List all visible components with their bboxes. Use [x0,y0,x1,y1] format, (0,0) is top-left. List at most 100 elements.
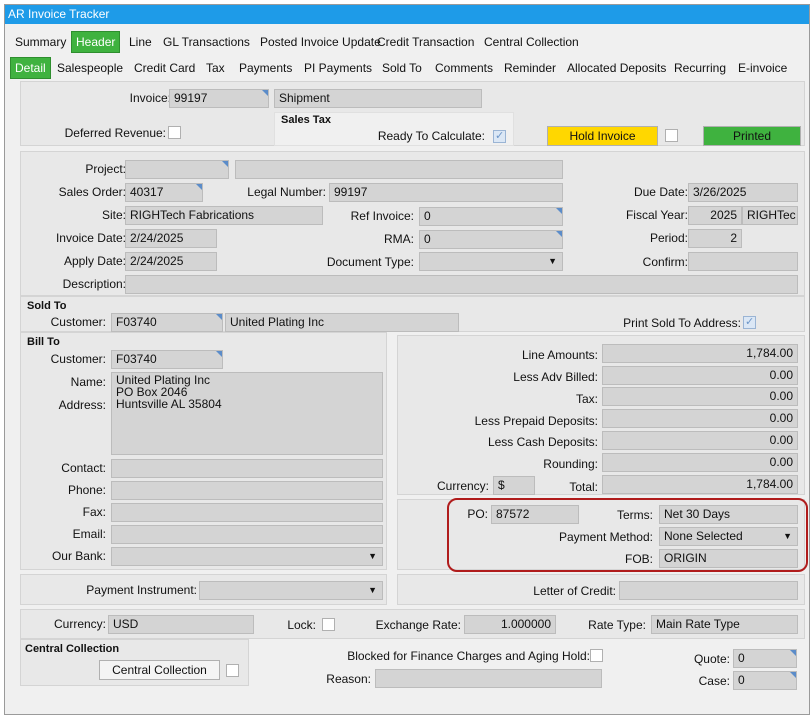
invoice-header-panel: Invoice: 99197 Shipment Deferred Revenue… [20,81,805,146]
currency-symbol-label: Currency: [436,479,489,493]
print-sold-to-checkbox[interactable] [743,315,756,329]
chevron-down-icon: ▼ [368,551,377,561]
invoice-type-field: Shipment [274,89,482,108]
central-collection-panel: Central Collection Central Collection [20,639,249,686]
document-type-label: Document Type: [326,255,414,269]
site-field: RIGHTech Fabrications [125,206,323,225]
chevron-down-icon: ▼ [548,256,557,266]
sold-to-customer-id-field[interactable]: F03740 [111,313,223,332]
quote-field[interactable]: 0 [733,649,797,668]
confirm-label: Confirm: [642,255,688,269]
hold-checkbox[interactable] [665,129,678,142]
fiscal-year-field: 2025 [688,206,742,225]
ready-to-calculate-checkbox[interactable] [493,129,506,143]
currency-label: Currency: [53,617,106,631]
amounts-panel: Line Amounts: 1,784.00 Less Adv Billed: … [397,335,805,495]
central-collection-header: Central Collection [25,643,120,655]
payment-instrument-select[interactable]: ▼ [199,581,383,600]
project-field[interactable] [125,160,229,179]
rma-field[interactable]: 0 [419,230,563,249]
reason-field[interactable] [375,669,602,688]
rate-type-field: Main Rate Type [651,615,798,634]
letter-of-credit-field[interactable] [619,581,798,600]
period-field: 2 [688,229,742,248]
tab-reminder[interactable]: Reminder [504,57,556,79]
hold-invoice-button[interactable]: Hold Invoice [547,126,658,146]
tab-central-collection[interactable]: Central Collection [484,31,579,53]
sales-order-field[interactable]: 40317 [125,183,203,202]
email-field[interactable] [111,525,383,544]
lock-label: Lock: [287,618,316,632]
tab-detail[interactable]: Detail [10,57,51,79]
tab-recurring[interactable]: Recurring [674,57,726,79]
ref-invoice-field[interactable]: 0 [419,207,563,226]
fax-field[interactable] [111,503,383,522]
due-date-field[interactable]: 3/26/2025 [688,183,798,202]
tab-header[interactable]: Header [71,31,121,53]
contact-field[interactable] [111,459,383,478]
due-date-label: Due Date: [633,185,688,199]
tab-payments[interactable]: Payments [239,57,292,79]
sales-tax-group: Sales Tax Ready To Calculate: [274,112,514,146]
tax-label: Tax: [575,392,598,406]
currency-symbol-field: $ [493,476,535,495]
tab-comments[interactable]: Comments [435,57,493,79]
sold-to-customer-name-field: United Plating Inc [225,313,459,332]
tab-credit-card[interactable]: Credit Card [134,57,195,79]
lock-checkbox[interactable] [322,618,335,631]
sales-order-label: Sales Order: [58,185,126,199]
printed-button[interactable]: Printed [703,126,801,146]
deferred-revenue-checkbox[interactable] [168,126,181,139]
less-adv-billed-label: Less Adv Billed: [513,370,598,384]
less-adv-billed-field: 0.00 [602,366,798,385]
app-window: AR Invoice Tracker Summary Header Line G… [4,4,810,715]
tab-credit-transaction[interactable]: Credit Transaction [377,31,474,53]
tab-salespeople[interactable]: Salespeople [57,57,123,79]
legal-number-field[interactable]: 99197 [329,183,563,202]
tab-e-invoice[interactable]: E-invoice [738,57,787,79]
document-type-select[interactable]: ▼ [419,252,563,271]
apply-date-label: Apply Date: [63,254,126,268]
exchange-rate-field: 1.000000 [464,615,556,634]
bill-to-address-box[interactable]: United Plating Inc PO Box 2046 Huntsvill… [111,372,383,455]
tax-field: 0.00 [602,387,798,406]
tab-posted-invoice-update[interactable]: Posted Invoice Update [260,31,381,53]
description-field[interactable] [125,275,798,294]
address-label: Address: [58,398,106,412]
name-label: Name: [70,375,106,389]
tab-sold-to[interactable]: Sold To [382,57,422,79]
project-label: Project: [85,162,126,176]
reason-label: Reason: [326,672,371,686]
tab-pi-payments[interactable]: PI Payments [304,57,372,79]
fiscal-company-field: RIGHTec [742,206,798,225]
contact-label: Contact: [61,461,106,475]
tab-allocated-deposits[interactable]: Allocated Deposits [567,57,666,79]
case-field[interactable]: 0 [733,671,797,690]
legal-number-label: Legal Number: [247,185,326,199]
tab-line[interactable]: Line [129,31,152,53]
apply-date-field[interactable]: 2/24/2025 [125,252,217,271]
ref-invoice-label: Ref Invoice: [350,209,414,223]
sold-to-header: Sold To [27,300,67,312]
central-collection-checkbox[interactable] [226,664,239,677]
confirm-field[interactable] [688,252,798,271]
our-bank-select[interactable]: ▼ [111,547,383,566]
phone-field[interactable] [111,481,383,500]
bill-to-customer-id-field[interactable]: F03740 [111,350,223,369]
tab-tax[interactable]: Tax [206,57,225,79]
blocked-finance-checkbox[interactable] [590,649,603,662]
print-sold-to-label: Print Sold To Address: [623,316,741,330]
tab-gl-transactions[interactable]: GL Transactions [163,31,250,53]
description-label: Description: [62,277,126,291]
tab-summary[interactable]: Summary [15,31,66,53]
invoice-number-field[interactable]: 99197 [169,89,269,108]
fiscal-year-label: Fiscal Year: [625,208,688,222]
total-label: Total: [569,480,598,494]
case-label: Case: [698,674,730,688]
invoice-date-field[interactable]: 2/24/2025 [125,229,217,248]
our-bank-label: Our Bank: [51,549,106,563]
payment-instrument-panel: Payment Instrument: ▼ [20,574,387,605]
central-collection-button[interactable]: Central Collection [99,660,220,680]
currency-field: USD [108,615,254,634]
email-label: Email: [72,527,106,541]
